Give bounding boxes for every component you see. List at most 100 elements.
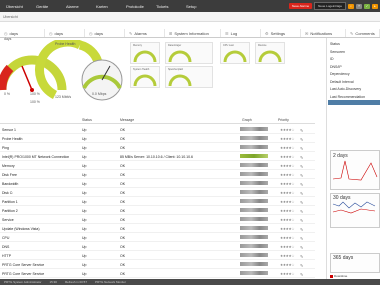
edit-icon[interactable]: ✎ (300, 191, 303, 196)
priority-stars[interactable]: ★★★★☆ (280, 209, 295, 213)
priority-stars[interactable]: ★★★★☆ (280, 272, 295, 276)
tab-log[interactable]: ☰ Log (221, 29, 261, 37)
nav-item-devices[interactable]: Geräte (30, 4, 60, 9)
edit-icon[interactable]: ✎ (300, 209, 303, 214)
sensor-name[interactable]: Ping (2, 146, 9, 150)
edit-icon[interactable]: ✎ (300, 173, 303, 178)
sensor-name[interactable]: Disk Free (2, 173, 17, 177)
table-row[interactable]: Bandwidth Up OK ★★★★☆ ✎ (0, 179, 315, 188)
col-priority[interactable]: Priority (278, 118, 289, 122)
new-alarms-button[interactable]: Neue Alarme (288, 3, 313, 9)
nav-item-alarms[interactable]: Alarme (60, 4, 90, 9)
edit-icon[interactable]: ✎ (300, 128, 303, 133)
menu-icon[interactable]: ▸ (372, 3, 378, 9)
table-row[interactable]: Intel(R) PRO/1000 MT Network Connection … (0, 152, 315, 161)
sensor-name[interactable]: Probe Health (2, 137, 22, 141)
edit-icon[interactable]: ✎ (300, 182, 303, 187)
priority-stars[interactable]: ★★★★☆ (280, 236, 295, 240)
breadcrumb-item[interactable]: Ubersicht (3, 15, 18, 19)
priority-stars[interactable]: ★★★★☆ (280, 137, 295, 141)
priority-stars[interactable]: ★★★★☆ (280, 146, 295, 150)
tab-2days[interactable]: ◷ days (0, 29, 45, 37)
sparkline[interactable] (240, 172, 268, 176)
table-row[interactable]: Partition 1 Up OK ★★★★☆ ✎ (0, 197, 315, 206)
sensor-name[interactable]: Partition 2 (2, 209, 18, 213)
sensor-name[interactable]: PRTG Core Server Service (2, 272, 44, 276)
tab-comments[interactable]: ✎ Comments (346, 29, 380, 37)
tab-365days[interactable]: ◷ days (85, 29, 125, 37)
sparkline[interactable] (240, 127, 268, 131)
sensor-name[interactable]: Bandwidth (2, 182, 18, 186)
col-message[interactable]: Message (120, 118, 134, 122)
sparkline[interactable] (240, 154, 268, 158)
footer-refresh[interactable]: Refresh in 00:57 (65, 280, 87, 284)
priority-stars[interactable]: ★★★★☆ (280, 200, 295, 204)
sensor-name[interactable]: PRTG Core Server Service (2, 263, 44, 267)
table-row[interactable]: Probe Health Up OK ★★★★☆ ✎ (0, 134, 315, 143)
chart-30days[interactable]: 30 days (330, 193, 380, 228)
priority-stars[interactable]: ★★★★☆ (280, 182, 295, 186)
sensor-name[interactable]: CPU (2, 236, 9, 240)
new-log-entries-button[interactable]: Neue Logeinträge (314, 2, 346, 10)
chart-2days[interactable]: 2 days (330, 150, 380, 190)
nav-item-tickets[interactable]: Tickets (150, 4, 180, 9)
sensor-name[interactable]: Sensor 1 (2, 128, 16, 132)
table-row[interactable]: PRTG Core Server Service Up OK ★★★★☆ ✎ (0, 260, 315, 269)
col-graph[interactable]: Graph (242, 118, 252, 122)
table-row[interactable]: Memory Up OK ★★★★☆ ✎ (0, 161, 315, 170)
help-icon[interactable]: ? (356, 3, 362, 9)
priority-stars[interactable]: ★★★★☆ (280, 191, 295, 195)
table-row[interactable]: PRTG Core Server Service Up OK ★★★★☆ ✎ (0, 269, 315, 278)
priority-stars[interactable]: ★★★★☆ (280, 263, 295, 267)
table-row[interactable]: Ping Up OK ★★★★☆ ✎ (0, 143, 315, 152)
nav-item-maps[interactable]: Karten (90, 4, 120, 9)
sparkline[interactable] (240, 253, 268, 257)
sensor-name[interactable]: Disk C: (2, 191, 13, 195)
priority-stars[interactable]: ★★★★☆ (280, 155, 295, 159)
edit-icon[interactable]: ✎ (300, 263, 303, 268)
tab-alarms[interactable]: ✎ Alarms (125, 29, 165, 37)
edit-icon[interactable]: ✎ (300, 245, 303, 250)
edit-icon[interactable]: ✎ (300, 227, 303, 232)
sensor-name[interactable]: Update (Windows Vista) (2, 227, 39, 231)
sensor-name[interactable]: Intel(R) PRO/1000 MT Network Connection (2, 155, 69, 159)
table-row[interactable]: Partition 2 Up OK ★★★★☆ ✎ (0, 206, 315, 215)
sensor-name[interactable]: Memory (2, 164, 15, 168)
table-row[interactable]: Disk C: Up OK ★★★★☆ ✎ (0, 188, 315, 197)
sensor-name[interactable]: HTTP (2, 254, 11, 258)
table-row[interactable]: CPU Up OK ★★★★☆ ✎ (0, 233, 315, 242)
edit-icon[interactable]: ✎ (300, 236, 303, 241)
edit-icon[interactable]: ✎ (300, 137, 303, 142)
sensor-name[interactable]: DNS (2, 245, 9, 249)
table-row[interactable]: Sensor 1 Up OK ★★★★☆ ✎ (0, 125, 315, 134)
tab-system-information[interactable]: ⊞ System Information (165, 29, 221, 37)
nav-item-overview[interactable]: Übersicht (0, 4, 30, 9)
priority-stars[interactable]: ★★★★☆ (280, 164, 295, 168)
tab-settings[interactable]: ⚙ Settings (261, 29, 301, 37)
table-row[interactable]: DNS Up OK ★★★★☆ ✎ (0, 242, 315, 251)
table-row[interactable]: Update (Windows Vista) Up OK ★★★★☆ ✎ (0, 224, 315, 233)
sparkline[interactable] (240, 208, 268, 212)
priority-stars[interactable]: ★★★★☆ (280, 218, 295, 222)
sparkline[interactable] (240, 190, 268, 194)
tab-notifications[interactable]: ✉ Notifications (301, 29, 346, 37)
col-status[interactable]: Status (82, 118, 92, 122)
edit-icon[interactable]: ✎ (300, 254, 303, 259)
edit-icon[interactable]: ✎ (300, 164, 303, 169)
nav-item-logs[interactable]: Protokolle (120, 4, 150, 9)
sparkline[interactable] (240, 217, 268, 221)
table-row[interactable]: HTTP Up OK ★★★★☆ ✎ (0, 251, 315, 260)
edit-icon[interactable]: ✎ (300, 218, 303, 223)
sparkline[interactable] (240, 226, 268, 230)
edit-icon[interactable]: ✎ (300, 155, 303, 160)
edit-icon[interactable]: ✎ (300, 200, 303, 205)
sparkline[interactable] (240, 235, 268, 239)
priority-stars[interactable]: ★★★★☆ (280, 173, 295, 177)
search-icon[interactable]: ⌕ (348, 3, 354, 9)
edit-icon[interactable]: ✎ (300, 146, 303, 151)
user-icon[interactable]: ✓ (364, 3, 370, 9)
priority-stars[interactable]: ★★★★☆ (280, 227, 295, 231)
sensor-name[interactable]: Partition 1 (2, 200, 18, 204)
tab-30days[interactable]: ◷ days (45, 29, 85, 37)
priority-stars[interactable]: ★★★★☆ (280, 245, 295, 249)
